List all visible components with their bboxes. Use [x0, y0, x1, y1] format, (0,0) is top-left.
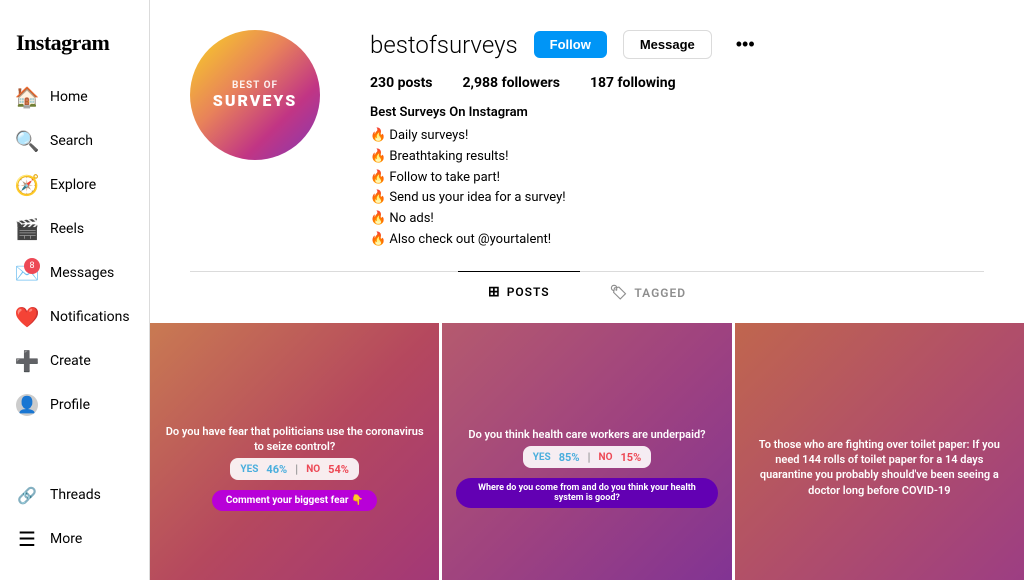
tab-posts[interactable]: ⊞ POSTS: [458, 271, 580, 313]
profile-name: Best Surveys On Instagram: [370, 105, 984, 120]
followers-stat[interactable]: 2,988 followers: [463, 75, 560, 91]
sidebar-label-create: Create: [50, 353, 91, 369]
followers-count: 2,988: [463, 75, 499, 91]
main-content: BEST OF SURVEYS bestofsurveys Follow Mes…: [150, 0, 1024, 580]
more-icon: ☰: [16, 528, 38, 550]
bio-line-2: 🔥 Breathtaking results!: [370, 147, 984, 168]
sidebar-bottom: 🔗 Threads ☰ More: [0, 474, 149, 560]
sidebar-item-profile[interactable]: 👤 Profile: [0, 384, 149, 426]
profile-bio: 🔥 Daily surveys! 🔥 Breathtaking results!…: [370, 126, 984, 251]
followers-label: followers: [502, 75, 560, 91]
avatar-line2: SURVEYS: [213, 91, 297, 110]
following-label: following: [618, 75, 676, 91]
profile-stats: 230 posts 2,988 followers 187 following: [370, 75, 984, 91]
instagram-logo: Instagram: [0, 20, 149, 76]
post-2-yes-pct: 85%: [559, 451, 580, 464]
post-2-no-pct: 15%: [620, 451, 641, 464]
post-2-cta: Where do you come from and do you think …: [456, 478, 717, 508]
post-item-1[interactable]: Do you have fear that politicians use th…: [150, 323, 439, 580]
avatar-line1: BEST OF: [213, 80, 297, 91]
profile-icon: 👤: [16, 394, 38, 416]
sidebar-item-messages[interactable]: ✉️ Messages 8: [0, 252, 149, 294]
sidebar-label-search: Search: [50, 133, 93, 149]
post-2-yes: YES: [533, 452, 551, 463]
sidebar-label-explore: Explore: [50, 177, 96, 193]
tab-tagged[interactable]: 🏷 TAGGED: [580, 272, 716, 313]
post-3-text: To those who are fighting over toilet pa…: [749, 437, 1010, 499]
tagged-tab-label: TAGGED: [634, 286, 686, 300]
sidebar-item-create[interactable]: ➕ Create: [0, 340, 149, 382]
profile-username: bestofsurveys: [370, 31, 518, 59]
sidebar-label-reels: Reels: [50, 221, 84, 237]
post-1-yes: YES: [240, 464, 258, 475]
sidebar-item-threads[interactable]: 🔗 Threads: [0, 474, 149, 516]
sidebar-label-home: Home: [50, 89, 88, 105]
posts-label: posts: [398, 75, 433, 91]
sidebar-label-messages: Messages: [50, 265, 114, 281]
profile-tabs: ⊞ POSTS 🏷 TAGGED: [190, 271, 984, 313]
post-1-yes-pct: 46%: [266, 463, 287, 476]
message-button[interactable]: Message: [623, 30, 712, 59]
posts-grid: Do you have fear that politicians use th…: [150, 313, 1024, 580]
posts-count: 230: [370, 75, 394, 91]
post-1-no-pct: 54%: [328, 463, 349, 476]
avatar-gradient: BEST OF SURVEYS: [190, 30, 320, 160]
sidebar: Instagram 🏠 Home 🔍 Search 🧭 Explore 🎬 Re…: [0, 0, 150, 580]
post-2-no: NO: [599, 452, 613, 463]
threads-icon: 🔗: [16, 484, 38, 506]
post-1-poll: YES 46% | NO 54%: [230, 458, 359, 480]
sidebar-label-more: More: [50, 531, 82, 547]
sidebar-item-notifications[interactable]: ❤️ Notifications: [0, 296, 149, 338]
sidebar-label-profile: Profile: [50, 397, 90, 413]
following-count: 187: [590, 75, 614, 91]
tagged-tab-icon: 🏷: [610, 285, 629, 301]
profile-header: BEST OF SURVEYS bestofsurveys Follow Mes…: [150, 0, 1024, 271]
sidebar-nav: 🏠 Home 🔍 Search 🧭 Explore 🎬 Reels ✉️ Mes…: [0, 76, 149, 474]
create-icon: ➕: [16, 350, 38, 372]
post-1-no: NO: [306, 464, 320, 475]
posts-tab-icon: ⊞: [488, 284, 501, 300]
profile-top: bestofsurveys Follow Message •••: [370, 30, 984, 59]
following-stat[interactable]: 187 following: [590, 75, 676, 91]
sidebar-item-home[interactable]: 🏠 Home: [0, 76, 149, 118]
poll-divider-2: |: [587, 450, 590, 464]
messages-badge: 8: [24, 258, 40, 274]
sidebar-label-threads: Threads: [50, 487, 101, 503]
post-1-question: Do you have fear that politicians use th…: [164, 424, 425, 455]
sidebar-item-more[interactable]: ☰ More: [0, 518, 149, 560]
avatar-text: BEST OF SURVEYS: [213, 80, 297, 110]
avatar: BEST OF SURVEYS: [190, 30, 320, 160]
bio-line-4: 🔥 Send us your idea for a survey!: [370, 188, 984, 209]
profile-info: bestofsurveys Follow Message ••• 230 pos…: [370, 30, 984, 251]
sidebar-item-explore[interactable]: 🧭 Explore: [0, 164, 149, 206]
sidebar-item-reels[interactable]: 🎬 Reels: [0, 208, 149, 250]
notifications-icon: ❤️: [16, 306, 38, 328]
post-1-cta: Comment your biggest fear 👇: [212, 490, 378, 511]
post-item-3[interactable]: To those who are fighting over toilet pa…: [735, 323, 1024, 580]
bio-line-6: 🔥 Also check out @yourtalent!: [370, 230, 984, 251]
sidebar-item-search[interactable]: 🔍 Search: [0, 120, 149, 162]
posts-tab-label: POSTS: [507, 285, 550, 299]
sidebar-label-notifications: Notifications: [50, 309, 130, 325]
posts-stat: 230 posts: [370, 75, 433, 91]
post-2-question: Do you think health care workers are und…: [468, 427, 705, 442]
bio-line-1: 🔥 Daily surveys!: [370, 126, 984, 147]
explore-icon: 🧭: [16, 174, 38, 196]
bio-line-3: 🔥 Follow to take part!: [370, 168, 984, 189]
more-options-button[interactable]: •••: [728, 30, 763, 59]
post-2-poll: YES 85% | NO 15%: [523, 446, 652, 468]
search-icon: 🔍: [16, 130, 38, 152]
bio-line-5: 🔥 No ads!: [370, 209, 984, 230]
follow-button[interactable]: Follow: [534, 31, 607, 58]
poll-divider-1: |: [295, 462, 298, 476]
reels-icon: 🎬: [16, 218, 38, 240]
home-icon: 🏠: [16, 86, 38, 108]
post-item-2[interactable]: Do you think health care workers are und…: [442, 323, 731, 580]
